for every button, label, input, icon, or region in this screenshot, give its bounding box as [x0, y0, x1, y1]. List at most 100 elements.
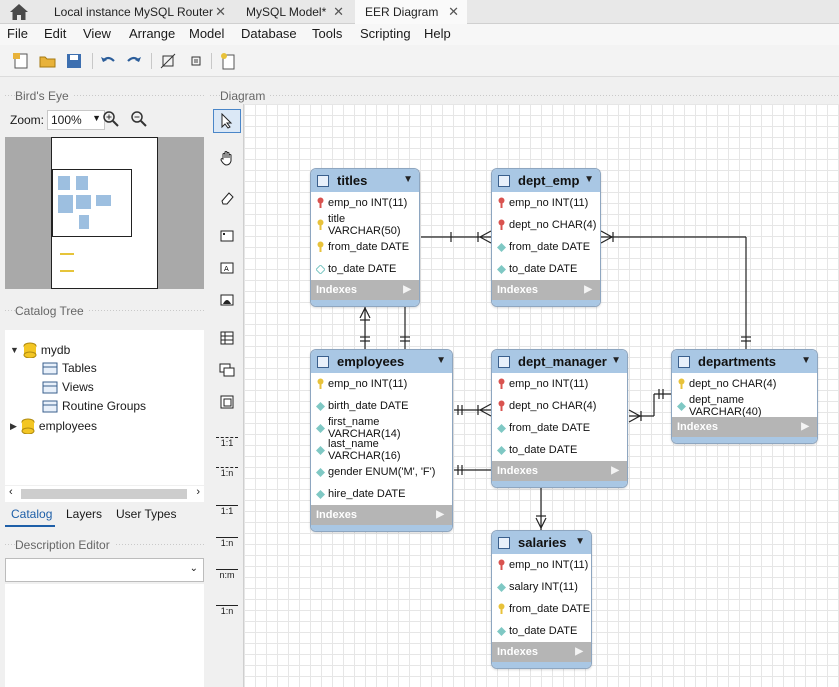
table-departments[interactable]: departments ▼ dept_no CHAR(4) dept_name V… — [671, 349, 818, 444]
menu-file[interactable]: File — [7, 26, 28, 41]
table-header[interactable]: dept_emp ▼ — [492, 169, 600, 192]
layer-tool-icon[interactable] — [213, 224, 241, 248]
column-row[interactable]: gender ENUM('M', 'F') — [311, 461, 452, 483]
table-titles[interactable]: titles ▼ emp_no INT(11) title VARCHAR(50)… — [310, 168, 420, 307]
table-tool-icon[interactable] — [213, 326, 241, 350]
redo-icon[interactable] — [124, 51, 144, 71]
expand-icon[interactable]: ▼ — [10, 345, 19, 355]
column-row[interactable]: to_date DATE — [492, 258, 600, 280]
table-header[interactable]: titles ▼ — [311, 169, 419, 192]
column-row[interactable]: from_date DATE — [492, 598, 591, 620]
chevron-down-icon[interactable]: ▼ — [611, 355, 621, 366]
description-select[interactable]: ⌄ — [5, 558, 204, 582]
zoom-out-icon[interactable] — [130, 110, 148, 128]
expand-icon[interactable]: ▶ — [403, 284, 411, 295]
menu-edit[interactable]: Edit — [44, 26, 66, 41]
tab-layers[interactable]: Layers — [66, 507, 102, 521]
column-row[interactable]: hire_date DATE — [311, 483, 452, 505]
tab-mysql-model[interactable]: MySQL Model* ✕ — [236, 0, 352, 24]
column-row[interactable]: emp_no INT(11) — [311, 373, 452, 395]
column-row[interactable]: to_date DATE — [492, 620, 591, 642]
relationship-1-n-nonid-icon[interactable]: 1:n — [213, 460, 241, 484]
pointer-tool-icon[interactable] — [213, 109, 241, 133]
column-row[interactable]: emp_no INT(11) — [311, 192, 419, 214]
chevron-down-icon[interactable]: ▼ — [801, 355, 811, 366]
home-icon[interactable] — [6, 2, 32, 22]
indexes-section[interactable]: Indexes ▶ — [492, 642, 591, 662]
column-row[interactable]: from_date DATE — [311, 236, 419, 258]
view-tool-icon[interactable] — [213, 358, 241, 382]
close-icon[interactable]: ✕ — [448, 4, 459, 20]
undo-icon[interactable] — [98, 51, 118, 71]
tree-scrollbar[interactable]: ‹ › — [5, 486, 204, 502]
expand-icon[interactable]: ▶ — [436, 509, 444, 520]
close-icon[interactable]: ✕ — [333, 4, 344, 20]
close-icon[interactable]: ✕ — [215, 4, 226, 20]
align-grid-icon[interactable] — [186, 51, 206, 71]
table-salaries[interactable]: salaries ▼ emp_no INT(11) salary INT(11) … — [491, 530, 592, 669]
tree-item-routine-groups[interactable]: Routine Groups — [42, 399, 146, 413]
new-diagram-icon[interactable] — [218, 51, 238, 71]
column-row[interactable]: title VARCHAR(50) — [311, 213, 419, 237]
chevron-right-icon[interactable]: › — [196, 486, 200, 498]
routine-group-tool-icon[interactable] — [213, 390, 241, 414]
tab-catalog[interactable]: Catalog — [11, 507, 52, 521]
chevron-down-icon[interactable]: ▼ — [575, 536, 585, 547]
expand-icon[interactable]: ▶ — [611, 465, 619, 476]
column-row[interactable]: dept_no CHAR(4) — [492, 395, 627, 417]
indexes-section[interactable]: Indexes ▶ — [492, 280, 600, 300]
indexes-section[interactable]: Indexes ▶ — [311, 280, 419, 300]
menu-arrange[interactable]: Arrange — [129, 26, 175, 41]
image-tool-icon[interactable] — [213, 288, 241, 312]
relationship-n-m-icon[interactable]: n:m — [213, 562, 241, 586]
tree-item-employees[interactable]: ▶ employees — [10, 418, 97, 434]
eraser-tool-icon[interactable] — [213, 186, 241, 210]
relationship-1-1-id-icon[interactable]: 1:1 — [213, 498, 241, 522]
chevron-down-icon[interactable]: ▼ — [403, 174, 413, 185]
column-row[interactable]: emp_no INT(11) — [492, 192, 600, 214]
indexes-section[interactable]: Indexes ▶ — [492, 461, 627, 481]
table-dept-emp[interactable]: dept_emp ▼ emp_no INT(11) dept_no CHAR(4)… — [491, 168, 601, 307]
menu-model[interactable]: Model — [189, 26, 224, 41]
column-row[interactable]: from_date DATE — [492, 236, 600, 258]
chevron-down-icon[interactable]: ▼ — [584, 174, 594, 185]
column-row[interactable]: emp_no INT(11) — [492, 554, 591, 576]
column-row[interactable]: dept_no CHAR(4) — [492, 214, 600, 236]
table-header[interactable]: departments ▼ — [672, 350, 817, 373]
tab-local-instance[interactable]: Local instance MySQL Router ✕ — [44, 0, 234, 24]
toggle-grid-icon[interactable] — [158, 51, 178, 71]
open-folder-icon[interactable] — [38, 51, 58, 71]
menu-database[interactable]: Database — [241, 26, 297, 41]
column-row[interactable]: from_date DATE — [492, 417, 627, 439]
menu-view[interactable]: View — [83, 26, 111, 41]
column-row[interactable]: birth_date DATE — [311, 395, 452, 417]
tree-item-mydb[interactable]: ▼ mydb — [10, 342, 70, 358]
tab-user-types[interactable]: User Types — [116, 507, 176, 521]
column-row[interactable]: last_name VARCHAR(16) — [311, 438, 452, 462]
chevron-left-icon[interactable]: ‹ — [9, 486, 13, 498]
table-header[interactable]: employees ▼ — [311, 350, 452, 373]
indexes-section[interactable]: Indexes ▶ — [311, 505, 452, 525]
menu-tools[interactable]: Tools — [312, 26, 342, 41]
column-row[interactable]: to_date DATE — [492, 439, 627, 461]
menu-help[interactable]: Help — [424, 26, 451, 41]
expand-icon[interactable]: ▶ — [10, 421, 17, 432]
zoom-select[interactable]: 100% ▼ — [47, 110, 105, 130]
indexes-section[interactable]: Indexes ▶ — [672, 417, 817, 437]
table-dept-manager[interactable]: dept_manager ▼ emp_no INT(11) dept_no CHA… — [491, 349, 628, 488]
column-row[interactable]: to_date DATE — [311, 258, 419, 280]
table-employees[interactable]: employees ▼ emp_no INT(11) birth_date DAT… — [310, 349, 453, 532]
column-row[interactable]: emp_no INT(11) — [492, 373, 627, 395]
save-icon[interactable] — [64, 51, 84, 71]
birds-eye-view[interactable] — [5, 137, 204, 289]
expand-icon[interactable]: ▶ — [801, 421, 809, 432]
description-area[interactable] — [5, 584, 204, 687]
relationship-1-1-nonid-icon[interactable]: 1:1 — [213, 430, 241, 454]
chevron-down-icon[interactable]: ▼ — [436, 355, 446, 366]
scroll-thumb[interactable] — [21, 489, 187, 499]
tree-item-tables[interactable]: Tables — [42, 361, 97, 375]
tree-item-views[interactable]: Views — [42, 380, 94, 394]
menu-scripting[interactable]: Scripting — [360, 26, 411, 41]
relationship-existing-columns-icon[interactable]: 1:n — [213, 598, 241, 622]
hand-tool-icon[interactable] — [213, 146, 241, 170]
